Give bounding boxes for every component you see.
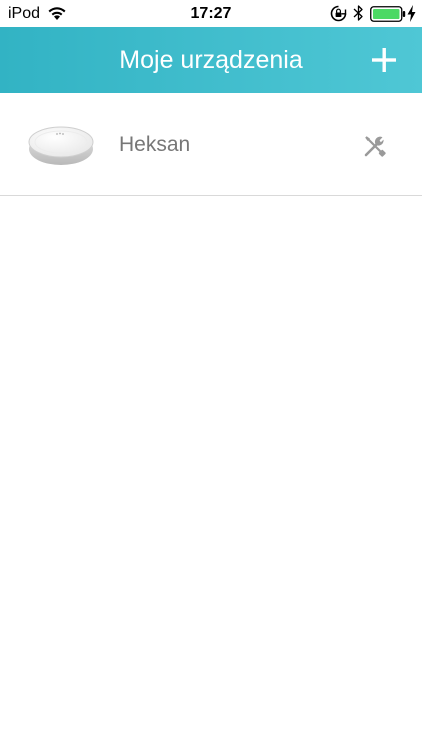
charging-icon (407, 5, 416, 22)
navigation-bar: Moje urządzenia (0, 27, 422, 93)
tools-icon[interactable] (362, 133, 388, 159)
robot-vacuum-image (28, 126, 94, 165)
bluetooth-icon (353, 5, 363, 21)
status-bar: iPod 17:27 (0, 0, 422, 27)
device-row[interactable]: Heksan (0, 93, 422, 196)
add-device-button[interactable] (364, 40, 404, 80)
battery-icon (370, 6, 406, 22)
rotation-lock-icon (330, 5, 347, 22)
page-title: Moje urządzenia (119, 46, 303, 74)
device-list: Heksan (0, 93, 422, 196)
plus-icon (372, 48, 396, 72)
device-name: Heksan (119, 133, 191, 156)
